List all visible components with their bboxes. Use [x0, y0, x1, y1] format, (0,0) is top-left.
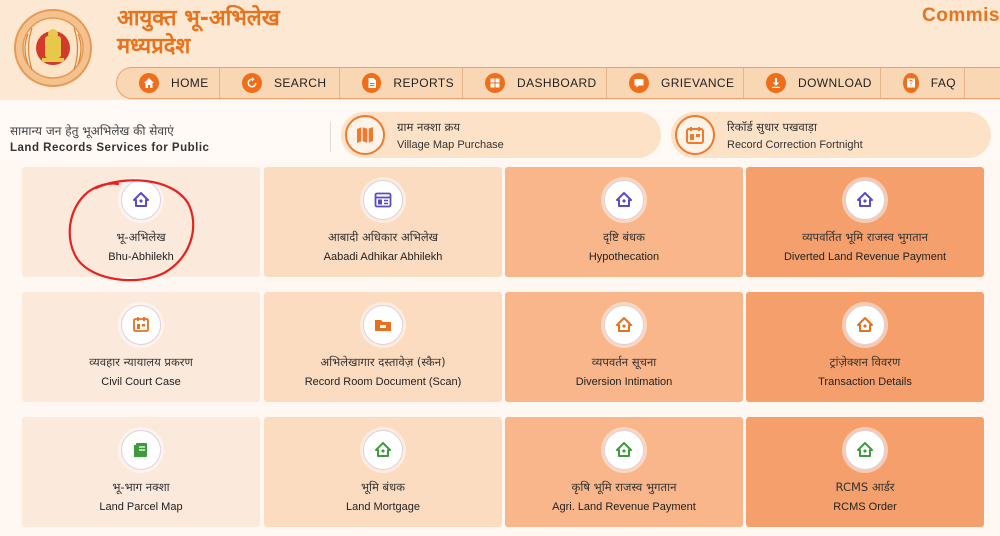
map-icon — [345, 115, 385, 155]
nav-grievance-label: GRIEVANCE — [661, 76, 735, 90]
folder-icon — [363, 305, 403, 345]
village-map-purchase-button[interactable]: ग्राम नक्शा क्रय Village Map Purchase — [341, 112, 661, 158]
tile-label-english: Land Parcel Map — [99, 501, 183, 513]
tile-label-english: Land Mortgage — [346, 501, 420, 513]
calendar-icon — [363, 180, 403, 220]
site-title-line1: आयुक्त भू-अभिलेख — [117, 6, 280, 31]
nav-faq-label: FAQ — [930, 76, 956, 90]
house-icon — [845, 180, 885, 220]
nav-search[interactable]: SEARCH — [220, 68, 340, 98]
tile-label-hindi: भू-भाग नक्शा — [112, 480, 170, 494]
record-correction-fortnight-button[interactable]: रिकॉर्ड सुधार पखवाड़ा Record Correction … — [671, 112, 991, 158]
house-icon — [604, 180, 644, 220]
nav-dashboard[interactable]: DASHBOARD — [463, 68, 607, 98]
document-icon — [121, 305, 161, 345]
house-icon — [845, 430, 885, 470]
tile-land-mortgage[interactable]: भूमि बंधक Land Mortgage — [264, 417, 502, 527]
nav-dashboard-label: DASHBOARD — [517, 76, 597, 90]
house-icon — [363, 430, 403, 470]
tile-bhu-abhilekh[interactable]: भू-अभिलेख Bhu-Abhilekh — [22, 167, 260, 277]
nav-search-label: SEARCH — [274, 76, 327, 90]
tile-label-hindi: अभिलेखागार दस्तावेज़ (स्कैन) — [320, 355, 446, 369]
download-icon — [766, 73, 786, 93]
tile-land-parcel-map[interactable]: भू-भाग नक्शा Land Parcel Map — [22, 417, 260, 527]
nav-grievance[interactable]: GRIEVANCE — [607, 68, 744, 98]
tile-label-hindi: व्यवहार न्यायालय प्रकरण — [89, 355, 193, 369]
nav-reports[interactable]: REPORTS — [340, 68, 463, 98]
nav-home[interactable]: HOME — [117, 68, 220, 98]
tile-transaction-details[interactable]: ट्रांज़ेक्शन विवरण Transaction Details — [746, 292, 984, 402]
tile-diverted-land-revenue-payment[interactable]: व्यपवर्तित भूमि राजस्व भुगतान Diverted L… — [746, 167, 984, 277]
house-icon — [604, 430, 644, 470]
house-icon — [604, 305, 644, 345]
tile-label-english: Bhu-Abhilekh — [108, 251, 174, 263]
record-correction-fortnight-hindi: रिकॉर्ड सुधार पखवाड़ा — [727, 119, 817, 134]
tile-label-english: Agri. Land Revenue Payment — [552, 501, 696, 513]
village-map-purchase-text: ग्राम नक्शा क्रय Village Map Purchase — [397, 120, 504, 151]
header: आयुक्त भू-अभिलेख मध्यप्रदेश Commis HOME … — [0, 0, 1000, 100]
record-icon — [675, 115, 715, 155]
tile-label-english: Hypothecation — [588, 251, 660, 263]
tile-label-hindi: व्यपवर्तित भूमि राजस्व भुगतान — [801, 230, 929, 244]
tile-label-hindi: ट्रांज़ेक्शन विवरण — [829, 355, 901, 369]
record-correction-fortnight-english: Record Correction Fortnight — [727, 138, 863, 151]
faq-icon — [903, 73, 919, 93]
tile-label-english: Diversion Intimation — [575, 376, 673, 388]
tile-diversion-intimation[interactable]: व्यपवर्तन सूचना Diversion Intimation — [505, 292, 743, 402]
tile-label-english: Civil Court Case — [101, 376, 181, 388]
services-heading-hindi: सामान्य जन हेतु भूअभिलेख की सेवाएं — [10, 124, 174, 138]
tile-label-english: Record Room Document (Scan) — [304, 376, 462, 388]
tile-label-hindi: आबादी अधिकार अभिलेख — [327, 230, 439, 244]
tile-rcms-order[interactable]: RCMS आर्डर RCMS Order — [746, 417, 984, 527]
village-map-purchase-hindi: ग्राम नक्शा क्रय — [397, 119, 461, 134]
nav-download[interactable]: DOWNLOAD — [744, 68, 881, 98]
tile-label-english: Transaction Details — [818, 376, 912, 388]
commissioner-title: Commis — [922, 5, 1000, 26]
reports-icon — [362, 73, 382, 93]
tile-civil-court-case[interactable]: व्यवहार न्यायालय प्रकरण Civil Court Case — [22, 292, 260, 402]
village-map-purchase-english: Village Map Purchase — [397, 138, 504, 151]
tile-hypothecation[interactable]: दृष्टि बंधक Hypothecation — [505, 167, 743, 277]
services-heading-english: Land Records Services for Public — [10, 142, 210, 154]
home-icon — [139, 73, 159, 93]
site-title: आयुक्त भू-अभिलेख मध्यप्रदेश — [117, 5, 280, 61]
madhya-pradesh-emblem-icon[interactable] — [12, 4, 94, 94]
record-correction-fortnight-text: रिकॉर्ड सुधार पखवाड़ा Record Correction … — [727, 120, 863, 151]
house-icon — [845, 305, 885, 345]
tile-agri-land-revenue-payment[interactable]: कृषि भूमि राजस्व भुगतान Agri. Land Reven… — [505, 417, 743, 527]
book-icon — [121, 430, 161, 470]
nav-faq[interactable]: FAQ — [881, 68, 965, 98]
services-heading: सामान्य जन हेतु भूअभिलेख की सेवाएं Land … — [10, 122, 209, 154]
main-navigation: HOME SEARCH REPORTS DASHBOARD GRIEVANCE … — [116, 67, 1000, 99]
nav-home-label: HOME — [171, 76, 209, 90]
tile-label-english: Aabadi Adhikar Abhilekh — [323, 251, 443, 263]
tile-aabadi-adhikar-abhilekh[interactable]: आबादी अधिकार अभिलेख Aabadi Adhikar Abhil… — [264, 167, 502, 277]
tile-record-room-document[interactable]: अभिलेखागार दस्तावेज़ (स्कैन) Record Room… — [264, 292, 502, 402]
site-title-line2: मध्यप्रदेश — [117, 34, 191, 59]
tile-label-hindi: व्यपवर्तन सूचना — [591, 355, 657, 369]
tile-label-hindi: RCMS आर्डर — [835, 480, 895, 494]
nav-download-label: DOWNLOAD — [798, 76, 872, 90]
tile-label-english: RCMS Order — [833, 501, 897, 513]
tile-label-hindi: दृष्टि बंधक — [603, 230, 645, 244]
dashboard-icon — [485, 73, 505, 93]
nav-reports-label: REPORTS — [393, 76, 454, 90]
house-icon — [121, 180, 161, 220]
tile-label-hindi: भूमि बंधक — [360, 480, 406, 494]
tile-label-hindi: कृषि भूमि राजस्व भुगतान — [571, 480, 677, 494]
tile-label-hindi: भू-अभिलेख — [116, 230, 166, 244]
tile-label-english: Diverted Land Revenue Payment — [783, 251, 947, 263]
search-icon — [242, 73, 262, 93]
strip-divider — [330, 122, 331, 152]
grievance-icon — [629, 73, 649, 93]
